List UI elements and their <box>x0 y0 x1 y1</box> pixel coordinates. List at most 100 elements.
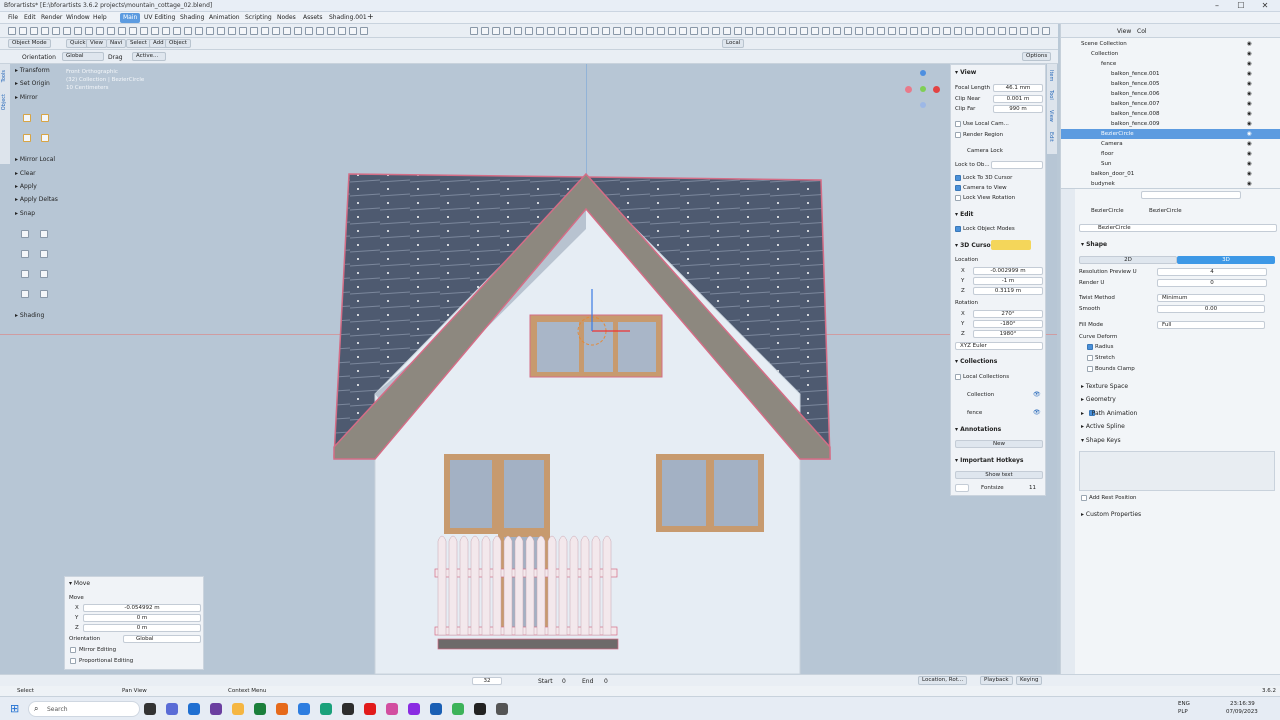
windows-start-icon[interactable]: ⊞ <box>10 703 19 715</box>
toolbar-tool-icon[interactable] <box>624 27 632 35</box>
menu-render[interactable]: Render <box>41 14 62 21</box>
toolbar-tool-icon[interactable] <box>712 27 720 35</box>
toolbar-tool-icon[interactable] <box>129 27 137 35</box>
toolbar-tool-icon[interactable] <box>613 27 621 35</box>
snap-item[interactable]: ▸ Snap <box>15 210 35 217</box>
toolbar-tool-icon[interactable] <box>261 27 269 35</box>
tab-animation[interactable]: Animation <box>206 13 243 23</box>
toolbar-tool-icon[interactable] <box>107 27 115 35</box>
menu-file[interactable]: File <box>8 14 18 21</box>
taskbar-app-icon[interactable] <box>144 703 156 715</box>
toolbar-tool-icon[interactable] <box>1031 27 1039 35</box>
visibility-eye-icon[interactable]: ◉ <box>1247 69 1252 79</box>
fence-item[interactable]: fence <box>967 410 982 416</box>
menu-help[interactable]: Help <box>93 14 107 21</box>
active-spline-section[interactable]: ▸ Active Spline <box>1081 423 1125 430</box>
visibility-eye-icon[interactable]: ◉ <box>1247 79 1252 89</box>
move-z-field[interactable]: 0 m <box>83 624 201 632</box>
toolbar-tool-icon[interactable] <box>184 27 192 35</box>
outliner-row[interactable]: balkon_door_01 ◉ <box>1061 169 1280 179</box>
outliner-row[interactable]: balkon_fence.006 ◉ <box>1061 89 1280 99</box>
select-menu[interactable]: Select <box>126 39 151 48</box>
cursor-rot-z-field[interactable]: 1980° <box>973 330 1043 338</box>
options-dropdown[interactable]: Options <box>1022 52 1052 61</box>
tab-object[interactable]: Object <box>1 94 7 110</box>
view-menu[interactable]: View <box>86 39 108 48</box>
clock-time[interactable]: 23:16:39 <box>1230 701 1255 707</box>
outliner-row[interactable]: BezierCircle ◉ <box>1061 129 1280 139</box>
visibility-eye-icon[interactable]: ◉ <box>1247 99 1252 109</box>
toolbar-tool-icon[interactable] <box>558 27 566 35</box>
mirror-local-item[interactable]: ▸ Mirror Local <box>15 156 55 163</box>
focal-length-field[interactable]: 46.1 mm <box>993 84 1043 92</box>
toolbar-tool-icon[interactable] <box>1009 27 1017 35</box>
toolbar-tool-icon[interactable] <box>844 27 852 35</box>
snap-tool-2-icon[interactable] <box>40 230 48 238</box>
toolbar-tool-icon[interactable] <box>976 27 984 35</box>
toolbar-tool-icon[interactable] <box>206 27 214 35</box>
outliner-row[interactable]: fence ◉ <box>1061 59 1280 69</box>
visibility-eye-icon[interactable]: ◉ <box>1247 129 1252 139</box>
tab-tools[interactable]: Tools <box>1 70 7 82</box>
menu-window[interactable]: Window <box>66 14 90 21</box>
lock-to-object-field[interactable] <box>991 161 1043 169</box>
taskbar-app-icon[interactable] <box>320 703 332 715</box>
toolbar-tool-icon[interactable] <box>250 27 258 35</box>
tab-item[interactable]: Item <box>1048 70 1054 81</box>
navi-menu[interactable]: Navi <box>106 39 127 48</box>
show-text-button[interactable]: Show text <box>955 471 1043 479</box>
toolbar-tool-icon[interactable] <box>954 27 962 35</box>
keyboard-label[interactable]: PLP <box>1178 709 1188 715</box>
toolbar-tool-icon[interactable] <box>305 27 313 35</box>
camera-to-view-checkbox[interactable] <box>955 185 961 191</box>
local-collections-checkbox[interactable] <box>955 374 961 380</box>
toolbar-tool-icon[interactable] <box>679 27 687 35</box>
visibility-eye-icon[interactable]: ◉ <box>1247 119 1252 129</box>
tab-edit[interactable]: Edit <box>1048 132 1054 142</box>
lock-view-rotation-checkbox[interactable] <box>955 195 961 201</box>
smooth-field[interactable]: 0.00 <box>1157 305 1265 313</box>
toolbar-tool-icon[interactable] <box>140 27 148 35</box>
toolbar-tool-icon[interactable] <box>635 27 643 35</box>
toolbar-tool-icon[interactable] <box>272 27 280 35</box>
current-frame-field[interactable]: 32 <box>472 677 502 685</box>
twist-method-select[interactable]: Minimum <box>1157 294 1265 302</box>
toolbar-tool-icon[interactable] <box>690 27 698 35</box>
toolbar-tool-icon[interactable] <box>96 27 104 35</box>
fill-mode-select[interactable]: Full <box>1157 321 1265 329</box>
toolbar-tool-icon[interactable] <box>316 27 324 35</box>
shape-keys-section[interactable]: ▾ Shape Keys <box>1081 437 1121 444</box>
visibility-eye-icon[interactable]: ◉ <box>1247 169 1252 179</box>
mirror-editing-checkbox[interactable] <box>70 647 76 653</box>
outliner-row[interactable]: Camera ◉ <box>1061 139 1280 149</box>
toolbar-tool-icon[interactable] <box>822 27 830 35</box>
toolbar-tool-icon[interactable] <box>800 27 808 35</box>
tab-nodes[interactable]: Nodes <box>274 13 299 23</box>
toolbar-tool-icon[interactable] <box>965 27 973 35</box>
toolbar-tool-icon[interactable] <box>1020 27 1028 35</box>
toolbar-tool-icon[interactable] <box>85 27 93 35</box>
toolbar-tool-icon[interactable] <box>118 27 126 35</box>
outliner-row[interactable]: Scene Collection ◉ <box>1061 39 1280 49</box>
move-x-field[interactable]: -0.054992 m <box>83 604 201 612</box>
lock-object-modes-checkbox[interactable] <box>955 226 961 232</box>
toolbar-tool-icon[interactable] <box>723 27 731 35</box>
toolbar-tool-icon[interactable] <box>195 27 203 35</box>
local-dropdown[interactable]: Local <box>722 39 745 48</box>
taskbar-app-icon[interactable] <box>166 703 178 715</box>
mirror-y-icon[interactable] <box>41 114 49 122</box>
toolbar-tool-icon[interactable] <box>602 27 610 35</box>
cursor-loc-y-field[interactable]: -1 m <box>973 277 1043 285</box>
visibility-eye-icon[interactable]: ◉ <box>1247 89 1252 99</box>
taskbar-app-icon[interactable] <box>452 703 464 715</box>
close-icon[interactable]: ✕ <box>1254 0 1276 12</box>
snap-tool-4-icon[interactable] <box>40 250 48 258</box>
toolbar-tool-icon[interactable] <box>162 27 170 35</box>
toolbar-tool-icon[interactable] <box>591 27 599 35</box>
toolbar-tool-icon[interactable] <box>745 27 753 35</box>
render-region-checkbox[interactable] <box>955 132 961 138</box>
toolbar-tool-icon[interactable] <box>151 27 159 35</box>
end-value[interactable]: 0 <box>604 678 608 685</box>
clip-far-field[interactable]: 990 m <box>993 105 1043 113</box>
taskbar-app-icon[interactable] <box>430 703 442 715</box>
